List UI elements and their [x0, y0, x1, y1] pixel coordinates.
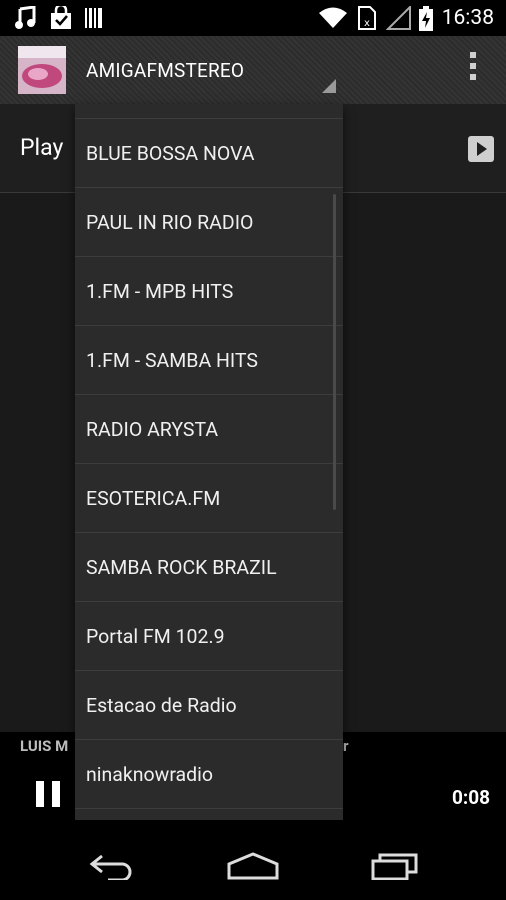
play-label: Play: [20, 134, 64, 161]
back-icon[interactable]: [88, 852, 136, 880]
now-playing-title-tail: r: [343, 737, 349, 755]
list-item[interactable]: 1.FM - SAMBA HITS: [75, 326, 343, 395]
list-item-partial[interactable]: [75, 104, 343, 119]
list-item[interactable]: ESOTERICA.FM: [75, 464, 343, 533]
list-item[interactable]: PAUL IN RIO RADIO: [75, 188, 343, 257]
station-dropdown: BLUE BOSSA NOVA PAUL IN RIO RADIO 1.FM -…: [75, 104, 343, 820]
wifi-icon: [319, 7, 347, 28]
navigation-bar: [0, 832, 506, 900]
spinner-caret-icon: [322, 79, 336, 93]
list-item[interactable]: BLUE BOSSA NOVA: [75, 119, 343, 188]
now-playing-title: LUIS M: [20, 737, 69, 755]
list-item[interactable]: Estacao de Radio: [75, 671, 343, 740]
list-item[interactable]: ninaknowradio: [75, 740, 343, 809]
station-spinner[interactable]: AMIGAFMSTEREO: [86, 59, 244, 82]
list-item[interactable]: RADIO ARYSTA: [75, 395, 343, 464]
elapsed-time: 0:08: [451, 786, 490, 809]
battery-charging-icon: [419, 6, 433, 31]
list-item[interactable]: Portal FM 102.9: [75, 602, 343, 671]
music-note-icon: [15, 6, 36, 29]
list-item[interactable]: SAMBA ROCK BRAZIL: [75, 533, 343, 602]
pause-icon[interactable]: [36, 781, 62, 807]
list-item[interactable]: 1.FM - MPB HITS: [75, 257, 343, 326]
sim-icon: x: [358, 6, 376, 30]
dropdown-scrollbar[interactable]: [333, 194, 336, 510]
app-logo: [18, 46, 66, 94]
overflow-menu-icon[interactable]: [470, 52, 476, 82]
barcode-icon: [85, 8, 102, 28]
play-icon[interactable]: [468, 136, 494, 162]
signal-icon: [386, 6, 411, 30]
recents-icon[interactable]: [370, 852, 420, 880]
svg-text:x: x: [364, 18, 370, 29]
action-bar: AMIGAFMSTEREO: [0, 36, 506, 104]
status-time: 16:38: [441, 6, 494, 30]
shopping-bag-icon: [51, 6, 71, 29]
status-bar: x 16:38: [0, 0, 506, 36]
home-icon[interactable]: [226, 852, 280, 880]
